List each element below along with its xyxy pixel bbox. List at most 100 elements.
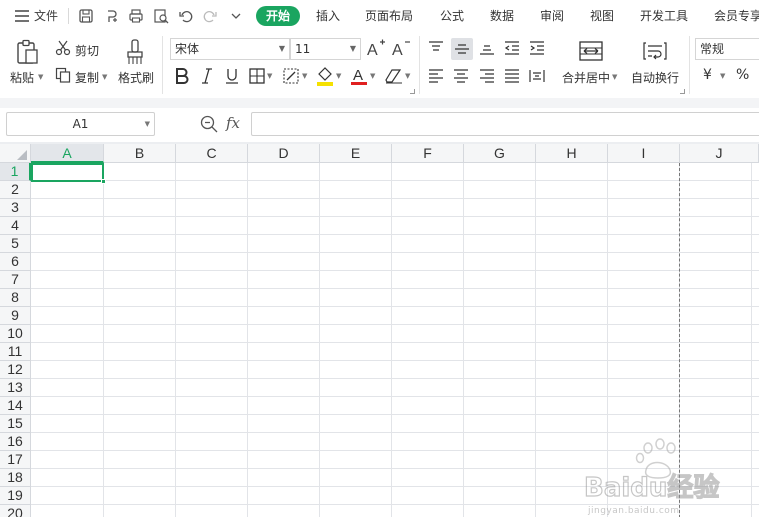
row-header-5[interactable]: 5 <box>0 235 31 253</box>
cut-button[interactable]: 剪切 <box>75 42 99 59</box>
align-left-icon[interactable] <box>426 66 446 86</box>
redo-icon[interactable] <box>200 6 220 26</box>
column-header-d[interactable]: D <box>248 144 320 163</box>
save-icon[interactable] <box>76 6 96 26</box>
cell-style-dropdown-icon[interactable]: ▼ <box>302 72 307 80</box>
file-menu[interactable]: 文件 <box>34 8 58 25</box>
fill-color-icon[interactable] <box>315 65 335 87</box>
row-header-16[interactable]: 16 <box>0 433 31 451</box>
column-header-g[interactable]: G <box>464 144 536 163</box>
increase-indent-icon[interactable] <box>527 38 547 58</box>
active-cell-a1[interactable] <box>31 163 106 184</box>
row-header-8[interactable]: 8 <box>0 289 31 307</box>
eraser-icon[interactable] <box>384 66 404 86</box>
row-header-13[interactable]: 13 <box>0 379 31 397</box>
tab-insert[interactable]: 插入 <box>316 8 340 25</box>
tab-home[interactable]: 开始 <box>256 6 300 26</box>
column-header-b[interactable]: B <box>104 144 176 163</box>
column-header-f[interactable]: F <box>392 144 464 163</box>
column-header-e[interactable]: E <box>320 144 392 163</box>
column-header-a[interactable]: A <box>31 144 104 163</box>
paste-button[interactable]: 粘贴 <box>10 69 34 86</box>
zoom-icon[interactable] <box>200 115 218 133</box>
name-box[interactable]: A1 ▼ <box>6 112 155 136</box>
tab-data[interactable]: 数据 <box>490 8 514 25</box>
row-header-4[interactable]: 4 <box>0 217 31 235</box>
font-name-select[interactable]: 宋体 ▼ <box>170 38 290 60</box>
row-header-7[interactable]: 7 <box>0 271 31 289</box>
row-header-15[interactable]: 15 <box>0 415 31 433</box>
export-icon[interactable] <box>102 6 122 26</box>
more-quick-access-icon[interactable] <box>226 6 246 26</box>
column-header-i[interactable]: I <box>608 144 680 163</box>
currency-format-button[interactable]: ¥ <box>703 67 712 83</box>
format-painter-icon[interactable] <box>124 38 146 66</box>
select-all-button[interactable] <box>0 144 31 163</box>
hamburger-menu-icon[interactable] <box>12 6 32 26</box>
number-format-select[interactable]: 常规 <box>695 38 759 60</box>
align-bottom-icon[interactable] <box>477 38 497 58</box>
row-header-14[interactable]: 14 <box>0 397 31 415</box>
tab-page-layout[interactable]: 页面布局 <box>365 8 413 25</box>
row-header-12[interactable]: 12 <box>0 361 31 379</box>
currency-dropdown-icon[interactable]: ▼ <box>720 72 725 80</box>
borders-dropdown-icon[interactable]: ▼ <box>267 72 272 80</box>
row-header-17[interactable]: 17 <box>0 451 31 469</box>
bold-icon[interactable] <box>172 66 192 86</box>
italic-icon[interactable] <box>197 66 217 86</box>
merge-center-button[interactable]: 合并居中 <box>562 69 610 86</box>
align-right-icon[interactable] <box>477 66 497 86</box>
print-icon[interactable] <box>126 6 146 26</box>
paste-icon[interactable] <box>14 38 40 66</box>
borders-icon[interactable] <box>247 66 267 86</box>
tab-formulas[interactable]: 公式 <box>440 8 464 25</box>
chevron-down-icon[interactable]: ▼ <box>145 113 150 135</box>
tab-view[interactable]: 视图 <box>590 8 614 25</box>
row-header-3[interactable]: 3 <box>0 199 31 217</box>
print-preview-icon[interactable] <box>151 6 171 26</box>
row-header-9[interactable]: 9 <box>0 307 31 325</box>
align-top-icon[interactable] <box>426 38 446 58</box>
undo-icon[interactable] <box>176 6 196 26</box>
fill-color-dropdown-icon[interactable]: ▼ <box>336 72 341 80</box>
font-color-icon[interactable]: A <box>349 65 369 87</box>
justify-icon[interactable] <box>502 66 522 86</box>
wrap-text-button[interactable]: 自动换行 <box>631 69 679 86</box>
row-header-2[interactable]: 2 <box>0 181 31 199</box>
column-header-h[interactable]: H <box>536 144 608 163</box>
font-size-select[interactable]: 11 ▼ <box>290 38 361 60</box>
column-header-j[interactable]: J <box>680 144 759 163</box>
decrease-indent-icon[interactable] <box>502 38 522 58</box>
row-header-18[interactable]: 18 <box>0 469 31 487</box>
row-header-6[interactable]: 6 <box>0 253 31 271</box>
row-header-11[interactable]: 11 <box>0 343 31 361</box>
align-middle-icon[interactable] <box>451 38 473 60</box>
tab-review[interactable]: 审阅 <box>540 8 564 25</box>
formula-input[interactable] <box>251 112 759 136</box>
row-header-10[interactable]: 10 <box>0 325 31 343</box>
fill-handle[interactable] <box>101 179 106 184</box>
font-dialog-launcher-icon[interactable] <box>410 89 415 94</box>
row-header-19[interactable]: 19 <box>0 487 31 505</box>
increase-font-size-icon[interactable]: A <box>366 38 386 58</box>
percent-format-button[interactable]: % <box>736 67 749 83</box>
row-header-1[interactable]: 1 <box>0 163 31 181</box>
copy-icon[interactable] <box>54 66 72 84</box>
tab-developer[interactable]: 开发工具 <box>640 8 688 25</box>
distributed-align-icon[interactable] <box>527 66 547 86</box>
align-center-icon[interactable] <box>451 66 471 86</box>
insert-function-button[interactable]: fx <box>226 114 240 132</box>
wrap-text-icon[interactable] <box>642 39 668 63</box>
underline-icon[interactable] <box>222 66 242 86</box>
merge-dropdown-icon[interactable]: ▼ <box>612 73 617 81</box>
row-header-20[interactable]: 20 <box>0 505 31 517</box>
format-painter-button[interactable]: 格式刷 <box>118 69 154 86</box>
column-header-c[interactable]: C <box>176 144 248 163</box>
copy-dropdown-icon[interactable]: ▼ <box>102 73 107 81</box>
clear-dropdown-icon[interactable]: ▼ <box>405 72 410 80</box>
tab-member[interactable]: 会员专享 <box>714 8 759 25</box>
decrease-font-size-icon[interactable]: A <box>391 38 411 58</box>
scissors-icon[interactable] <box>54 39 72 57</box>
paste-dropdown-icon[interactable]: ▼ <box>38 73 43 81</box>
alignment-dialog-launcher-icon[interactable] <box>680 89 685 94</box>
